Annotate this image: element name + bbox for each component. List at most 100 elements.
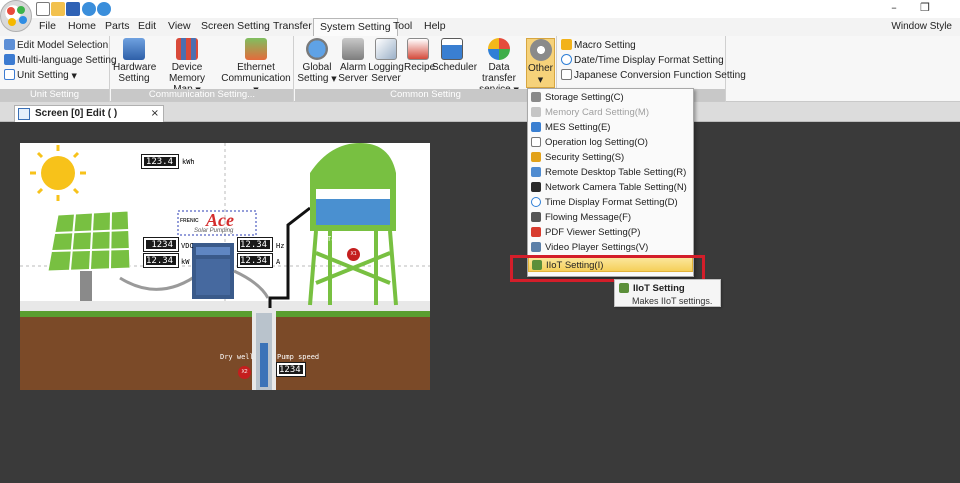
frenic-logo[interactable]: FRENIC Ace Solar Pumping bbox=[180, 210, 256, 235]
well-icon bbox=[252, 308, 276, 390]
close-icon[interactable]: × bbox=[151, 106, 159, 122]
undo-icon[interactable] bbox=[82, 2, 96, 16]
brand-small-text: FRENIC bbox=[180, 218, 199, 224]
language-icon bbox=[4, 54, 15, 65]
menu-system-setting[interactable]: System Setting bbox=[313, 18, 398, 37]
flowing-message-icon bbox=[531, 212, 541, 222]
tooltip-description: Makes IIoT settings. bbox=[632, 296, 713, 306]
screen-canvas[interactable]: 123.4 kWh 1234 VDC 12.34 kW 12.34 Hz 12.… bbox=[20, 143, 430, 390]
screen-icon bbox=[18, 108, 30, 120]
menu-tool[interactable]: Tool bbox=[393, 20, 412, 32]
group-label: Unit Setting bbox=[0, 89, 109, 101]
japanese-conversion-function-button[interactable]: Japanese Conversion Function Setting bbox=[561, 69, 746, 83]
menu-help[interactable]: Help bbox=[424, 20, 446, 32]
kw-unit: kW bbox=[181, 258, 190, 266]
global-setting-button[interactable]: Global Setting ▼ bbox=[297, 38, 337, 88]
pump-speed-display[interactable]: 1234 bbox=[276, 362, 306, 377]
ethernet-icon bbox=[245, 38, 267, 60]
device-memory-map-button[interactable]: Device Memory Map ▼ bbox=[155, 38, 219, 95]
hz-unit: Hz bbox=[276, 242, 285, 250]
kwh-unit: kWh bbox=[182, 158, 195, 166]
menu-screen-setting[interactable]: Screen Setting bbox=[201, 20, 270, 32]
macro-icon bbox=[561, 39, 572, 50]
menu-edit[interactable]: Edit bbox=[138, 20, 156, 32]
quick-access-dropdown-icon[interactable] bbox=[118, 2, 126, 16]
menu-item-network-camera-table-setting[interactable]: Network Camera Table Setting(N) bbox=[528, 180, 693, 195]
restore-button[interactable]: ❐ bbox=[915, 1, 935, 15]
camera-icon bbox=[531, 182, 541, 192]
menu-item-remote-desktop-table-setting[interactable]: Remote Desktop Table Setting(R) bbox=[528, 165, 693, 180]
menu-item-time-display-format-setting[interactable]: Time Display Format Setting(D) bbox=[528, 195, 693, 210]
app-logo-icon[interactable] bbox=[0, 0, 32, 32]
inverter-icon bbox=[192, 243, 234, 299]
menu-transfer[interactable]: Transfer bbox=[273, 20, 312, 32]
window-style-menu[interactable]: Window Style bbox=[891, 21, 952, 32]
kw-display[interactable]: 12.34 bbox=[143, 253, 179, 268]
multi-language-setting-button[interactable]: Multi-language Setting bbox=[4, 54, 117, 68]
dry-well-label: Dry well bbox=[220, 353, 254, 361]
menu-item-mes-setting[interactable]: MES Setting(E) bbox=[528, 120, 693, 135]
group-label: Communication Setting... bbox=[111, 89, 293, 101]
open-folder-icon[interactable] bbox=[51, 2, 65, 16]
dry-well-indicator[interactable]: X2 bbox=[238, 366, 251, 379]
logging-icon bbox=[375, 38, 397, 60]
menu-item-storage-setting[interactable]: Storage Setting(C) bbox=[528, 90, 693, 105]
operation-log-icon bbox=[531, 137, 541, 147]
vdc-unit: VDC bbox=[181, 242, 194, 250]
document-tab-strip: Screen [0] Edit ( ) × bbox=[0, 102, 960, 122]
conversion-icon bbox=[561, 69, 572, 80]
minimize-button[interactable]: – bbox=[884, 1, 904, 15]
tab-screen-0-edit[interactable]: Screen [0] Edit ( ) × bbox=[14, 105, 164, 122]
tank-full-indicator[interactable]: X1 bbox=[347, 248, 360, 261]
new-file-icon[interactable] bbox=[36, 2, 50, 16]
recipe-icon bbox=[407, 38, 429, 60]
lock-icon bbox=[531, 152, 541, 162]
menu-item-video-player-settings[interactable]: Video Player Settings(V) bbox=[528, 240, 693, 255]
chevron-down-icon: ▼ bbox=[537, 76, 544, 84]
tooltip-title: IIoT Setting bbox=[633, 283, 685, 294]
save-icon[interactable] bbox=[66, 2, 80, 16]
model-icon bbox=[4, 39, 15, 50]
unit-setting-button[interactable]: Unit Setting ▼ bbox=[4, 69, 77, 83]
chevron-down-icon: ▼ bbox=[331, 75, 337, 83]
chevron-down-icon: ▼ bbox=[71, 72, 77, 80]
video-player-icon bbox=[531, 242, 541, 252]
menu-parts[interactable]: Parts bbox=[105, 20, 130, 32]
date-time-display-format-button[interactable]: Date/Time Display Format Setting bbox=[561, 54, 724, 68]
scheduler-button[interactable]: Scheduler bbox=[432, 38, 477, 88]
hardware-icon bbox=[123, 38, 145, 60]
macro-setting-button[interactable]: Macro Setting bbox=[561, 39, 636, 53]
memory-map-icon bbox=[176, 38, 198, 60]
remote-desktop-icon bbox=[531, 167, 541, 177]
hz-display[interactable]: 12.34 bbox=[237, 237, 273, 252]
kwh-display[interactable]: 123.4 bbox=[141, 154, 179, 169]
storage-icon bbox=[531, 92, 541, 102]
alarm-server-button[interactable]: Alarm Server bbox=[338, 38, 368, 88]
sun-icon bbox=[30, 145, 86, 201]
other-button[interactable]: Other ▼ bbox=[526, 38, 555, 88]
communication-setting-group: Hardware Setting Device Memory Map ▼ Eth… bbox=[111, 36, 294, 102]
clock-icon bbox=[531, 197, 541, 207]
menu-file[interactable]: File bbox=[39, 20, 56, 32]
ethernet-communication-button[interactable]: Ethernet Communication ▼ bbox=[219, 38, 293, 94]
hardware-setting-button[interactable]: Hardware Setting bbox=[113, 38, 156, 88]
data-transfer-service-button[interactable]: Data transfer service ▼ bbox=[472, 38, 526, 95]
recipe-button[interactable]: Recipe bbox=[404, 38, 435, 88]
a-display[interactable]: 12.34 bbox=[237, 253, 273, 268]
a-unit: A bbox=[276, 258, 281, 266]
menu-home[interactable]: Home bbox=[68, 20, 96, 32]
gear-icon bbox=[529, 39, 552, 61]
menu-item-flowing-message[interactable]: Flowing Message(F) bbox=[528, 210, 693, 225]
menu-item-operation-log-setting[interactable]: Operation log Setting(O) bbox=[528, 135, 693, 150]
menu-view[interactable]: View bbox=[168, 20, 191, 32]
edit-model-selection-button[interactable]: Edit Model Selection bbox=[4, 39, 108, 53]
menu-item-security-setting[interactable]: Security Setting(S) bbox=[528, 150, 693, 165]
water-tower-icon bbox=[308, 143, 398, 306]
common-setting-group: Global Setting ▼ Alarm Server Logging Se… bbox=[295, 36, 557, 102]
vdc-display[interactable]: 1234 bbox=[143, 237, 179, 252]
menu-item-pdf-viewer-setting[interactable]: PDF Viewer Setting(P) bbox=[528, 225, 693, 240]
redo-icon[interactable] bbox=[97, 2, 111, 16]
logging-server-button[interactable]: Logging Server bbox=[368, 38, 404, 88]
pump-speed-label: Pump speed bbox=[277, 353, 320, 361]
group-label: Common Setting bbox=[295, 89, 556, 101]
